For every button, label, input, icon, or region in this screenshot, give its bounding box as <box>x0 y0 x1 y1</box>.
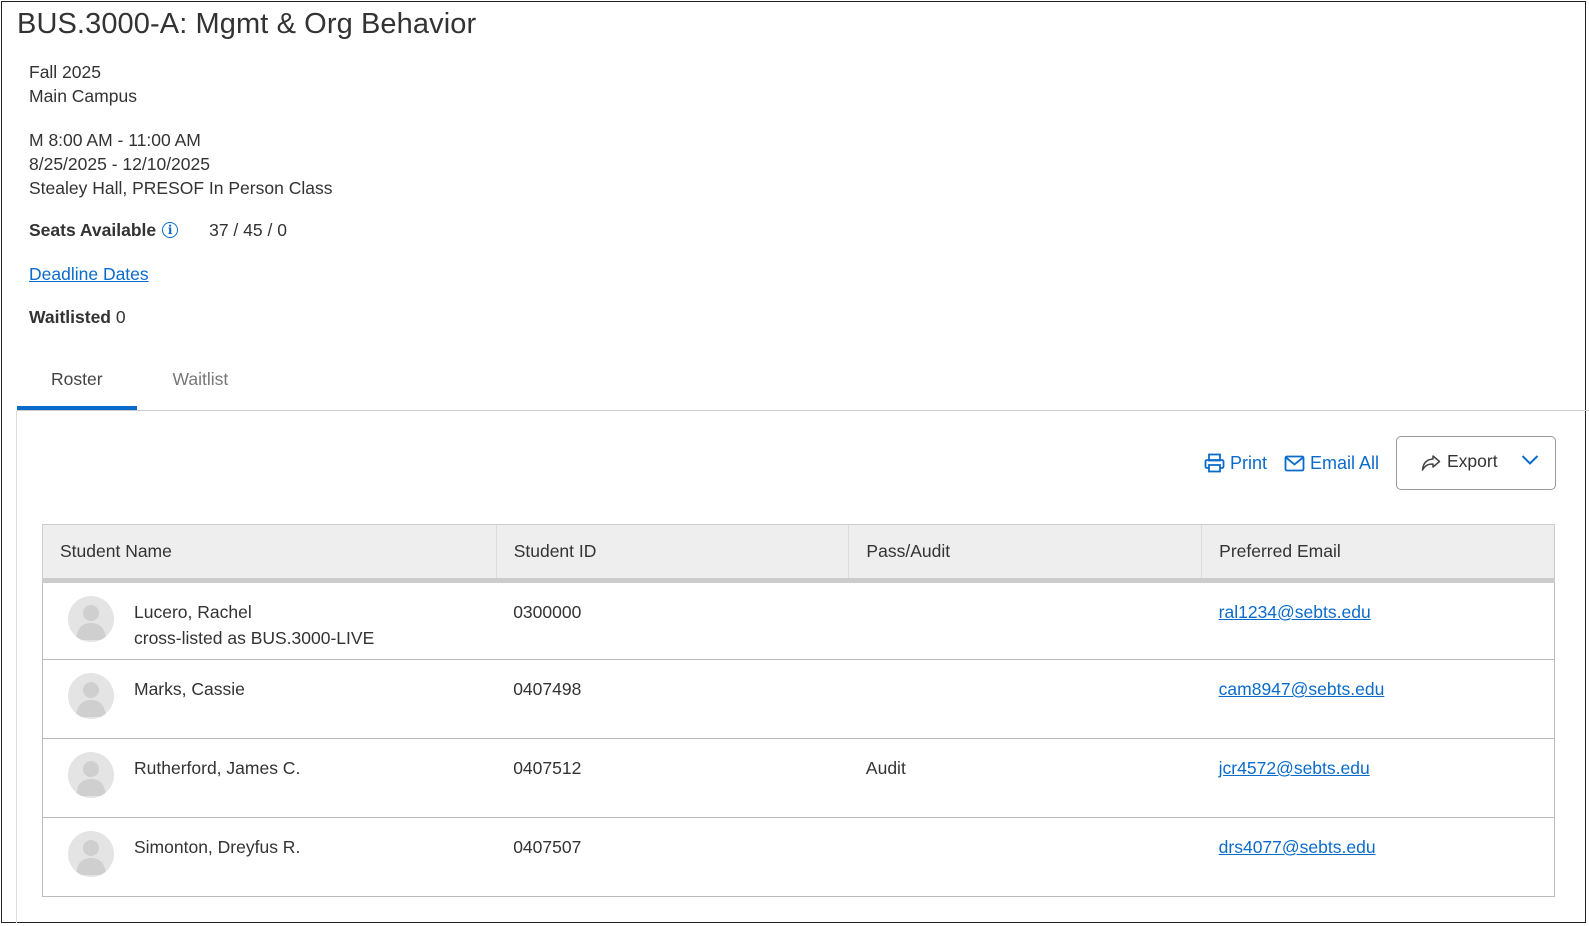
email-cell: cam8947@sebts.edu <box>1201 659 1555 739</box>
student-name-cell: Rutherford, James C. <box>42 738 497 818</box>
table-header-row: Student Name Student ID Pass/Audit Prefe… <box>42 524 1555 583</box>
email-link[interactable]: cam8947@sebts.edu <box>1219 679 1385 699</box>
avatar-icon <box>68 673 114 719</box>
tab-bar: Roster Waitlist <box>17 358 264 410</box>
meeting-info: M 8:00 AM - 11:00 AM 8/25/2025 - 12/10/2… <box>29 128 332 200</box>
column-header-student-name[interactable]: Student Name <box>42 524 497 583</box>
export-button[interactable]: Export <box>1396 436 1556 490</box>
email-link[interactable]: drs4077@sebts.edu <box>1219 837 1376 857</box>
pass-audit <box>848 580 1202 660</box>
roster-table: Student Name Student ID Pass/Audit Prefe… <box>42 524 1555 897</box>
student-name: Marks, Cassie <box>134 679 245 699</box>
share-icon <box>1421 455 1441 471</box>
campus: Main Campus <box>29 86 137 106</box>
email-link[interactable]: ral1234@sebts.edu <box>1219 602 1371 622</box>
export-label: Export <box>1447 450 1498 471</box>
student-name: Simonton, Dreyfus R. <box>134 837 301 857</box>
student-name-cell: Simonton, Dreyfus R. <box>42 817 497 897</box>
chevron-down-icon[interactable] <box>1521 454 1539 466</box>
tab-waitlist[interactable]: Waitlist <box>137 358 265 410</box>
print-icon <box>1204 453 1225 473</box>
deadline-section: Deadline Dates <box>29 262 149 286</box>
table-row: Lucero, Rachel cross-listed as BUS.3000-… <box>42 580 1555 660</box>
student-id: 0407507 <box>496 817 849 897</box>
pass-audit <box>848 659 1202 739</box>
student-name: Rutherford, James C. <box>134 758 301 778</box>
table-row: Simonton, Dreyfus R. 0407507 drs4077@seb… <box>42 817 1555 897</box>
table-row: Rutherford, James C. 0407512 Audit jcr45… <box>42 738 1555 818</box>
avatar-icon <box>68 752 114 798</box>
mail-icon <box>1284 455 1305 471</box>
meeting-time: M 8:00 AM - 11:00 AM <box>29 130 201 150</box>
print-button[interactable]: Print <box>1204 453 1267 474</box>
deadline-dates-link[interactable]: Deadline Dates <box>29 264 149 284</box>
email-cell: jcr4572@sebts.edu <box>1201 738 1555 818</box>
student-name: Lucero, Rachel <box>134 602 252 622</box>
pass-audit <box>848 817 1202 897</box>
student-name-cell: Lucero, Rachel cross-listed as BUS.3000-… <box>42 580 497 660</box>
column-header-preferred-email[interactable]: Preferred Email <box>1201 524 1555 583</box>
email-cell: drs4077@sebts.edu <box>1201 817 1555 897</box>
email-link[interactable]: jcr4572@sebts.edu <box>1219 758 1370 778</box>
column-header-pass-audit[interactable]: Pass/Audit <box>848 524 1202 583</box>
term: Fall 2025 <box>29 62 101 82</box>
avatar-icon <box>68 596 114 642</box>
seats-label: Seats Available <box>29 220 157 240</box>
cross-listed-note: cross-listed as BUS.3000-LIVE <box>134 628 375 648</box>
print-label: Print <box>1229 452 1267 473</box>
info-icon[interactable]: i <box>162 222 179 238</box>
page-title: BUS.3000-A: Mgmt & Org Behavior <box>17 8 477 40</box>
student-id: 0407498 <box>496 659 849 739</box>
seats-value: 37 / 45 / 0 <box>209 220 287 240</box>
table-row: Marks, Cassie 0407498 cam8947@sebts.edu <box>42 659 1555 739</box>
student-id: 0407512 <box>496 738 849 818</box>
waitlisted-label: Waitlisted <box>29 307 111 327</box>
student-name-cell: Marks, Cassie <box>42 659 497 739</box>
email-cell: ral1234@sebts.edu <box>1201 580 1555 660</box>
email-all-label: Email All <box>1309 452 1379 473</box>
location: Stealey Hall, PRESOF In Person Class <box>29 178 333 198</box>
email-all-button[interactable]: Email All <box>1284 453 1379 474</box>
waitlisted-section: Waitlisted 0 <box>29 305 126 329</box>
term-info: Fall 2025 Main Campus <box>29 60 137 108</box>
tab-divider <box>17 410 1589 411</box>
student-id: 0300000 <box>496 580 849 660</box>
waitlisted-value: 0 <box>115 307 126 327</box>
tab-roster[interactable]: Roster <box>17 358 137 410</box>
date-range: 8/25/2025 - 12/10/2025 <box>29 154 210 174</box>
column-header-student-id[interactable]: Student ID <box>495 524 849 583</box>
seats-available: Seats Available i 37 / 45 / 0 <box>29 218 287 242</box>
roster-actions: Print Email All Export <box>1204 436 1556 490</box>
avatar-icon <box>68 831 114 877</box>
pass-audit: Audit <box>848 738 1202 818</box>
panel-border <box>16 411 17 923</box>
